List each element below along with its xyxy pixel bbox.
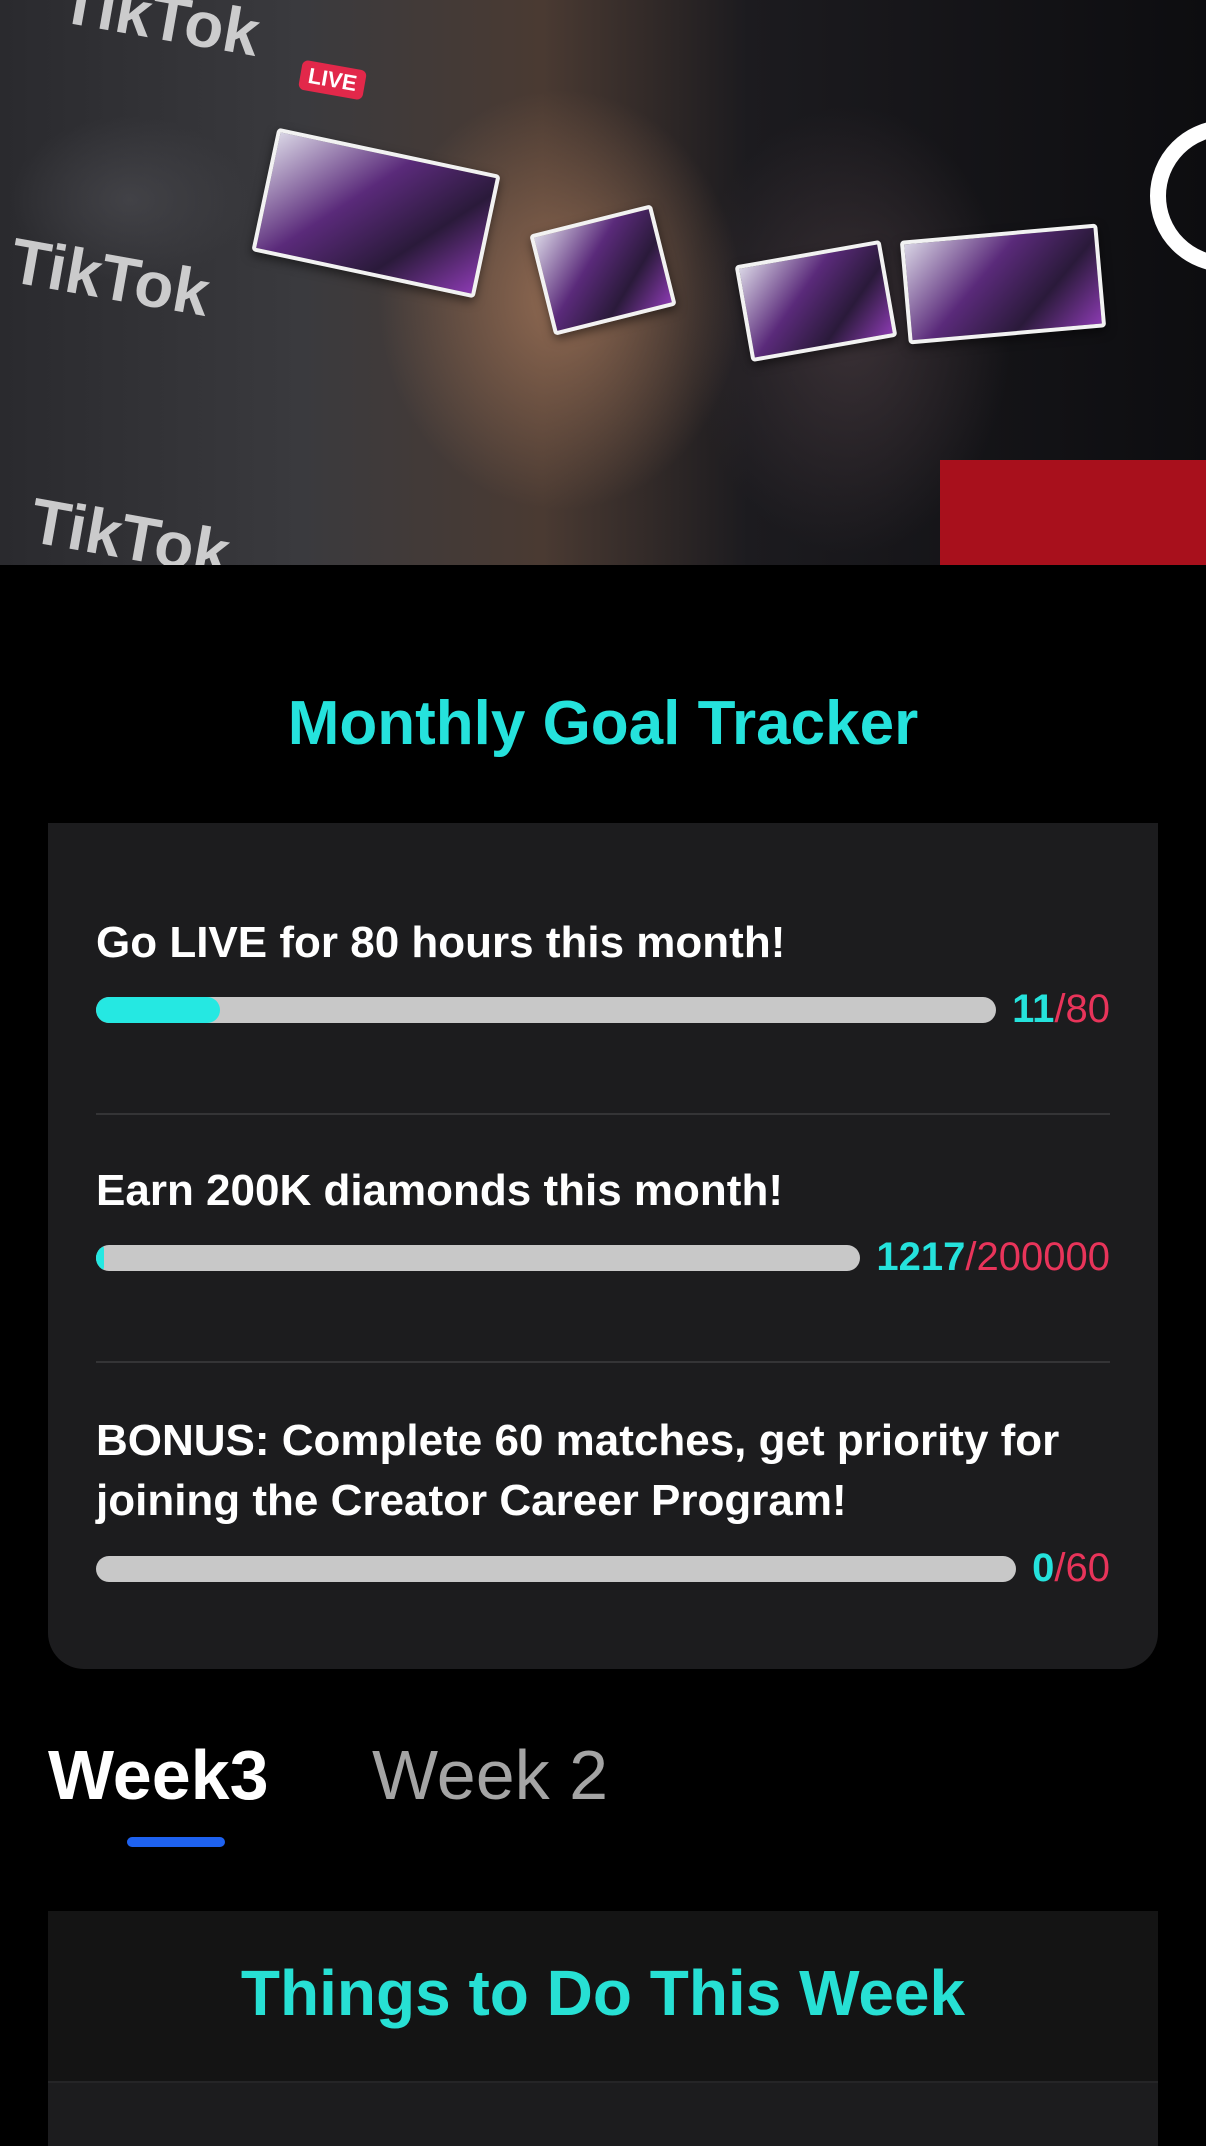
page-title: Monthly Goal Tracker <box>287 689 919 758</box>
hero-postcard <box>251 127 501 299</box>
hero-backdrop-logo: TikTok <box>25 484 236 565</box>
goal-text: BONUS: Complete 60 matches, get priority… <box>96 1416 1060 1525</box>
hero-backdrop-live-badge: LIVE <box>297 59 368 101</box>
hero-postcard <box>529 204 677 336</box>
hero-red-carpet <box>940 460 1206 565</box>
goal-tracker-card: Go LIVE for 80 hours this month! 11/80 E… <box>48 823 1158 1669</box>
goal-text: Earn 200K diamonds this month! <box>96 1166 783 1215</box>
things-to-do-title: Things to Do This Week <box>240 1957 966 2029</box>
hero-image: TikTok LIVE TikTok TikTok <box>0 0 1206 565</box>
things-to-do-header: Things to Do This Week <box>48 1911 1158 2081</box>
tab-week-3[interactable]: Week3 <box>48 1730 269 1820</box>
progress-fill <box>96 1244 104 1271</box>
progress-bar <box>96 1555 1017 1582</box>
progress-bar <box>96 1244 861 1271</box>
progress-count: 0/60 <box>1032 1546 1110 1590</box>
hero-postcard <box>734 239 898 363</box>
tab-week-2[interactable]: Week 2 <box>372 1730 608 1820</box>
goal-divider <box>96 1361 1110 1363</box>
goal-item: Go LIVE for 80 hours this month! 11/80 <box>96 913 1110 1031</box>
progress-fill <box>96 996 220 1023</box>
progress-count: 11/80 <box>1012 987 1110 1031</box>
progress-count: 1217/200000 <box>876 1235 1110 1279</box>
hero-backdrop-logo: TikTok <box>55 0 266 70</box>
hero-ring-light <box>1150 120 1206 272</box>
goal-text: Go LIVE for 80 hours this month! <box>96 918 786 967</box>
things-to-do-list <box>48 2081 1158 2146</box>
active-tab-indicator <box>127 1837 225 1847</box>
hero-backdrop-logo: TikTok <box>5 224 216 330</box>
hero-postcard <box>899 223 1107 345</box>
progress-bar <box>96 996 997 1023</box>
goal-divider <box>96 1113 1110 1115</box>
goal-item: Earn 200K diamonds this month! 1217/2000… <box>96 1161 1110 1279</box>
goal-item: BONUS: Complete 60 matches, get priority… <box>96 1411 1110 1590</box>
